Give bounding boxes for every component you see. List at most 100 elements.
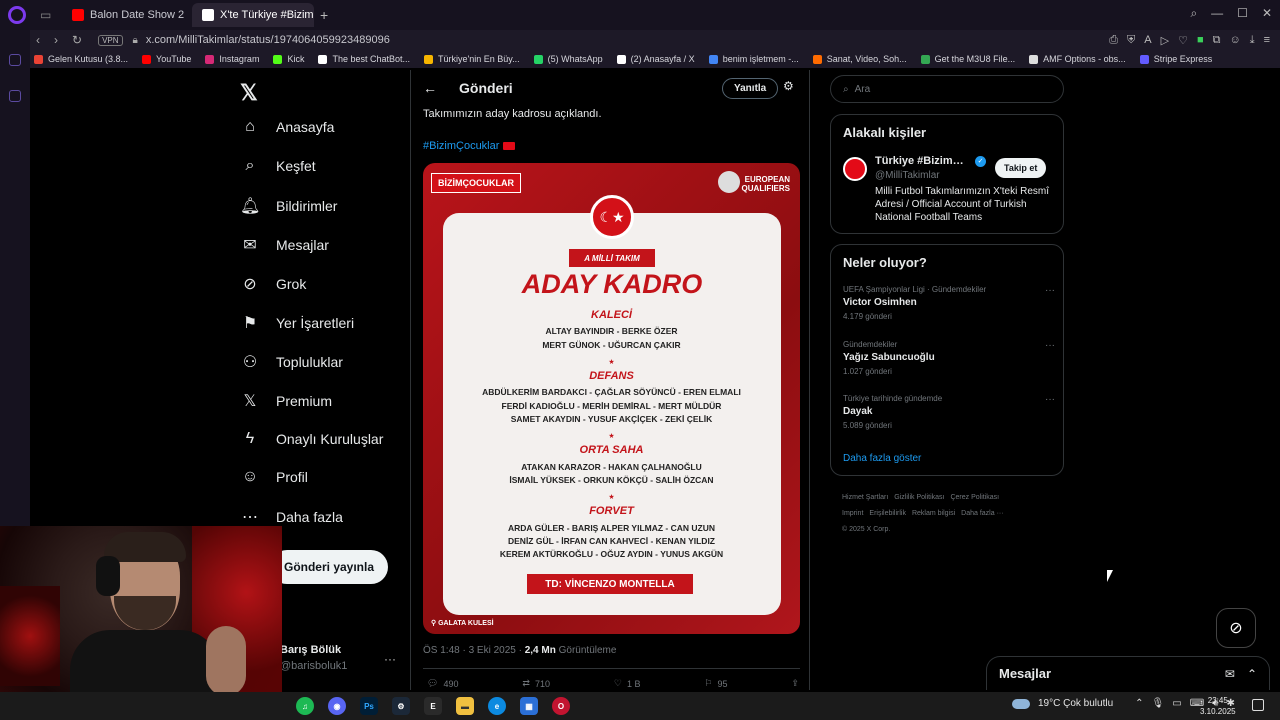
photoshop-icon[interactable]: Ps (360, 697, 378, 715)
extension-icon[interactable]: ■ (1197, 34, 1204, 47)
microphone-icon[interactable]: 🎙︎ (1152, 698, 1165, 709)
footer-link[interactable]: Daha fazla ··· (961, 510, 1003, 517)
nav-item-communities[interactable]: ⚇ Topluluklar (240, 352, 343, 372)
expand-icon[interactable]: ⌃ (1247, 667, 1257, 681)
sidebar-ai-icon[interactable] (9, 54, 21, 66)
bookmark-item[interactable]: Instagram (205, 54, 259, 64)
translate-icon[interactable]: A (1144, 34, 1151, 47)
bookmark-item[interactable]: (5) WhatsApp (533, 54, 603, 64)
person-handle[interactable]: @MilliTakimlar (875, 170, 940, 181)
bookmark-item[interactable]: benim işletmem -... (708, 54, 799, 64)
hashtag-text[interactable]: #BizimÇocuklar (423, 140, 499, 152)
account-switcher[interactable]: Barış Bölük @barisboluk1 (280, 644, 347, 672)
footer-link[interactable]: Erişilebilirlik (869, 510, 906, 517)
tweet-image[interactable]: BİZİMÇOCUKLAR EUROPEAN QUALIFIERS ☾★ A M… (423, 163, 800, 634)
store-icon[interactable]: ▦ (520, 697, 538, 715)
nav-item-search[interactable]: ⌕ Keşfet (240, 157, 316, 175)
spotify-icon[interactable]: ♫ (296, 697, 314, 715)
bookmark-item[interactable]: AMF Options - obs... (1029, 54, 1126, 64)
nav-item-more[interactable]: ⋯ Daha fazla (240, 507, 343, 527)
download-icon[interactable]: ⤓ (1250, 34, 1255, 47)
tab-islands-icon[interactable]: ▭ (40, 8, 54, 22)
bookmark-item[interactable]: Kick (273, 54, 304, 64)
browser-tab-x[interactable]: X'te Türkiye #BizimÇocuk ✕ (192, 3, 314, 27)
new-tab-button[interactable]: + (320, 7, 328, 23)
new-message-icon[interactable]: ✉ (1225, 667, 1235, 681)
bookmark-item[interactable]: Sanat, Video, Soh... (812, 54, 907, 64)
share-action[interactable]: ⇪ (791, 678, 799, 689)
repost-action[interactable]: ⇄ 710 (522, 678, 550, 689)
bookmark-item[interactable]: Gelen Kutusu (3.8... (34, 54, 128, 64)
bookmark-item[interactable]: Stripe Express (1139, 54, 1212, 64)
shield-icon[interactable]: ⛨ (1127, 34, 1135, 47)
puzzle-icon[interactable]: ⧉ (1213, 34, 1221, 47)
footer-link[interactable]: Hizmet Şartları (842, 494, 888, 501)
reply-button[interactable]: Yanıtla (722, 78, 779, 99)
show-more-link[interactable]: Daha fazla göster (843, 453, 921, 464)
footer-link[interactable]: © 2025 X Corp. (842, 526, 890, 533)
avatar[interactable] (843, 157, 867, 181)
bookmark-item[interactable]: Türkiye'nin En Büy... (424, 54, 520, 64)
post-button[interactable]: Gönderi yayınla (270, 550, 388, 584)
nav-item-x[interactable]: 𝕏 Premium (240, 391, 332, 411)
url-field[interactable]: x.com/MilliTakimlar/status/1974064059923… (146, 34, 390, 46)
maximize-button[interactable]: ☐ (1237, 6, 1248, 21)
search-input[interactable]: ⌕ Ara (830, 75, 1064, 103)
clock[interactable]: 23:45 3.10.2025 (1200, 695, 1236, 717)
grok-button[interactable]: ⊘ (1216, 608, 1256, 648)
person-name[interactable]: Türkiye #BizimÇo... (875, 155, 971, 167)
footer-link[interactable]: Gizlilik Politikası (894, 494, 944, 501)
trend-item[interactable]: UEFA Şampiyonlar Ligi · Gündemdekiler Vic… (843, 285, 1055, 321)
follow-button[interactable]: Takip et (995, 158, 1047, 178)
player-icon[interactable]: ▷ (1161, 34, 1169, 47)
hashtag-link[interactable]: #BizimÇocuklar (423, 140, 516, 152)
trend-more-icon[interactable]: ··· (1045, 340, 1055, 351)
sidebar-history-icon[interactable] (9, 90, 21, 102)
profile-icon[interactable]: ☺ (1229, 34, 1240, 47)
edge-icon[interactable]: e (488, 697, 506, 715)
steam-icon[interactable]: ⚙ (392, 697, 410, 715)
reload-icon[interactable]: ↻ (72, 33, 82, 47)
bookmark-item[interactable]: YouTube (142, 54, 191, 64)
messages-drawer[interactable]: Mesajlar ✉ ⌃ (986, 656, 1270, 690)
opera-logo-icon[interactable] (8, 6, 26, 24)
forward-icon[interactable]: › (54, 33, 58, 47)
menu-icon[interactable]: ≡ (1264, 34, 1270, 47)
footer-link[interactable]: Çerez Politikası (950, 494, 999, 501)
folder-icon[interactable]: ▬ (456, 697, 474, 715)
trend-more-icon[interactable]: ··· (1045, 285, 1055, 296)
trend-item[interactable]: Gündemdekiler Yağız Sabuncuoğlu 1.027 gönd… (843, 340, 1055, 376)
battery-icon[interactable]: ▭ (1172, 698, 1181, 709)
back-arrow-icon[interactable]: ← (423, 80, 437, 96)
bookmark-item[interactable]: Get the M3U8 File... (920, 54, 1015, 64)
nav-item-mail[interactable]: ✉ Mesajlar (240, 235, 329, 255)
search-tabs-icon[interactable]: ⌕ (1190, 6, 1197, 21)
nav-item-bookmark[interactable]: ⚑ Yer İşaretleri (240, 313, 354, 333)
vpn-badge[interactable]: VPN (98, 34, 123, 46)
bookmark-action[interactable]: ⚐ 95 (704, 678, 727, 689)
x-logo-icon[interactable]: 𝕏 (240, 80, 258, 106)
weather-text[interactable]: 19°C Çok bulutlu (1038, 698, 1113, 709)
lock-icon[interactable]: 🔒︎ (133, 35, 138, 46)
nav-item-bell[interactable]: 🔔︎ Bildirimler (240, 196, 337, 216)
snapshot-icon[interactable]: ⎙ (1109, 34, 1118, 47)
reply-action[interactable]: 💬︎ 490 (427, 678, 458, 689)
trend-more-icon[interactable]: ··· (1045, 394, 1055, 405)
epic-games-icon[interactable]: E (424, 697, 442, 715)
close-window-button[interactable]: ✕ (1262, 6, 1272, 21)
tray-chevron-icon[interactable]: ⌃ (1135, 698, 1143, 709)
footer-link[interactable]: Imprint (842, 510, 863, 517)
nav-item-lightning[interactable]: ϟ Onaylı Kuruluşlar (240, 430, 384, 448)
opera-taskbar-icon[interactable]: O (552, 697, 570, 715)
minimize-button[interactable]: — (1211, 6, 1223, 21)
bookmark-item[interactable]: The best ChatBot... (318, 54, 410, 64)
like-action[interactable]: ♡ 1 B (614, 678, 641, 689)
tweet-time[interactable]: ÖS 1:48 · 3 Eki 2025 · (423, 645, 525, 656)
footer-link[interactable]: Reklam bilgisi (912, 510, 955, 517)
bookmark-item[interactable]: (2) Anasayfa / X (616, 54, 695, 64)
heart-icon[interactable]: ♡ (1178, 34, 1188, 47)
notification-icon[interactable] (1252, 699, 1264, 711)
browser-tab-youtube[interactable]: Balon Date Show 25. Bölü (62, 3, 184, 27)
trend-item[interactable]: Türkiye tarihinde gündemde Dayak 5.089 gön… (843, 394, 1055, 430)
nav-item-profile[interactable]: ☺ Profil (240, 468, 308, 486)
